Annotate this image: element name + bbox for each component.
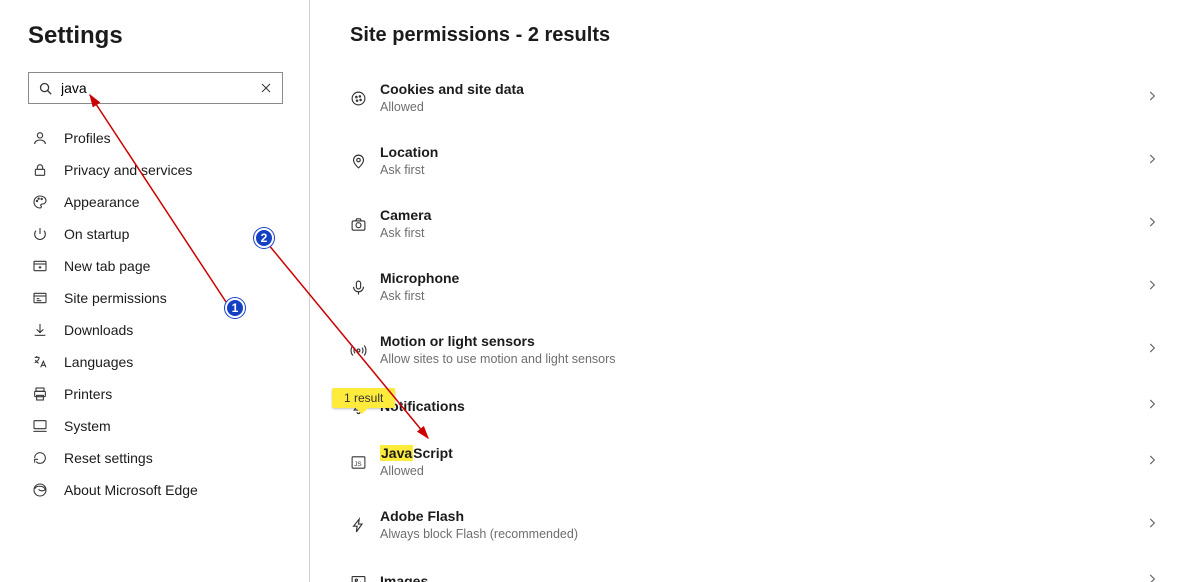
sidebar-item-downloads[interactable]: Downloads — [28, 314, 289, 346]
chevron-right-icon — [1145, 516, 1159, 533]
chevron-right-icon — [1145, 453, 1159, 470]
sensor-icon — [350, 340, 380, 359]
permission-subtitle: Ask first — [380, 289, 1145, 303]
sidebar-item-label: On startup — [64, 226, 129, 242]
settings-title: Settings — [28, 22, 289, 50]
permission-subtitle: Ask first — [380, 226, 1145, 240]
lock-icon — [30, 162, 50, 178]
image-icon — [350, 571, 380, 582]
permission-item-location[interactable]: Location Ask first — [350, 134, 1171, 187]
sidebar-item-printers[interactable]: Printers — [28, 378, 289, 410]
chevron-right-icon — [1145, 572, 1159, 582]
sidebar-item-label: Site permissions — [64, 290, 167, 306]
sidebar-item-label: Privacy and services — [64, 162, 192, 178]
search-result-badge: 1 result — [332, 388, 395, 408]
sidebar-item-profiles[interactable]: Profiles — [28, 122, 289, 154]
sidebar-item-label: About Microsoft Edge — [64, 482, 198, 498]
permission-subtitle: Allowed — [380, 464, 1145, 478]
svg-text:JS: JS — [354, 461, 361, 468]
palette-icon — [30, 194, 50, 210]
annotation-marker-2: 2 — [254, 228, 274, 248]
newtab-icon — [30, 258, 50, 274]
permission-subtitle: Allow sites to use motion and light sens… — [380, 352, 1145, 366]
sidebar-item-new-tab-page[interactable]: New tab page — [28, 250, 289, 282]
permission-title: Camera — [380, 207, 1145, 223]
sidebar-item-label: Languages — [64, 354, 133, 370]
permission-title: Location — [380, 144, 1145, 160]
sidebar-item-reset-settings[interactable]: Reset settings — [28, 442, 289, 474]
permissions-list: Cookies and site data Allowed Location Ask … — [350, 71, 1171, 582]
permission-item-cookies-and-site-data[interactable]: Cookies and site data Allowed — [350, 71, 1171, 124]
sidebar-item-languages[interactable]: Languages — [28, 346, 289, 378]
language-icon — [30, 354, 50, 370]
sidebar-item-appearance[interactable]: Appearance — [28, 186, 289, 218]
search-icon — [29, 81, 61, 96]
permission-item-microphone[interactable]: Microphone Ask first — [350, 260, 1171, 313]
permission-subtitle: Always block Flash (recommended) — [380, 527, 1145, 541]
sidebar-item-label: Printers — [64, 386, 112, 402]
mic-icon — [350, 277, 380, 296]
sidebar-item-on-startup[interactable]: On startup — [28, 218, 289, 250]
js-icon: JS — [350, 452, 380, 471]
sidebar-item-label: Downloads — [64, 322, 133, 338]
reset-icon — [30, 450, 50, 466]
permission-item-camera[interactable]: Camera Ask first — [350, 197, 1171, 250]
chevron-right-icon — [1145, 397, 1159, 414]
power-icon — [30, 226, 50, 242]
chevron-right-icon — [1145, 89, 1159, 106]
page-heading: Site permissions - 2 results — [350, 24, 1171, 47]
sidebar-item-label: Profiles — [64, 130, 111, 146]
sidebar-item-label: System — [64, 418, 111, 434]
permission-title: Cookies and site data — [380, 81, 1145, 97]
search-input[interactable] — [61, 80, 250, 96]
printer-icon — [30, 386, 50, 402]
sidebar-item-about-microsoft-edge[interactable]: About Microsoft Edge — [28, 474, 289, 506]
annotation-marker-1: 1 — [225, 298, 245, 318]
chevron-right-icon — [1145, 278, 1159, 295]
permission-title: Notifications — [380, 398, 1145, 414]
permission-item-motion-or-light-sensors[interactable]: Motion or light sensors Allow sites to us… — [350, 323, 1171, 376]
sidebar-item-system[interactable]: System — [28, 410, 289, 442]
system-icon — [30, 418, 50, 434]
settings-nav: Profiles Privacy and services Appearance On… — [28, 122, 289, 506]
permission-item-javascript[interactable]: JS JavaScript Allowed — [350, 435, 1171, 488]
flash-icon — [350, 515, 380, 534]
location-icon — [350, 151, 380, 170]
chevron-right-icon — [1145, 215, 1159, 232]
camera-icon — [350, 214, 380, 233]
sidebar-item-site-permissions[interactable]: Site permissions — [28, 282, 289, 314]
permission-title: Microphone — [380, 270, 1145, 286]
cookie-icon — [350, 88, 380, 107]
permission-title: JavaScript — [380, 445, 1145, 461]
permission-title: Images — [380, 573, 1145, 582]
permission-item-notifications[interactable]: Notifications — [350, 386, 1171, 425]
chevron-right-icon — [1145, 152, 1159, 169]
edge-icon — [30, 482, 50, 498]
sidebar-item-privacy-and-services[interactable]: Privacy and services — [28, 154, 289, 186]
sidebar-item-label: Appearance — [64, 194, 140, 210]
permission-subtitle: Allowed — [380, 100, 1145, 114]
permission-subtitle: Ask first — [380, 163, 1145, 177]
download-icon — [30, 322, 50, 338]
clear-search-button[interactable] — [250, 73, 282, 103]
sidebar-item-label: New tab page — [64, 258, 150, 274]
permission-title: Motion or light sensors — [380, 333, 1145, 349]
sidebar-item-label: Reset settings — [64, 450, 153, 466]
search-field[interactable] — [28, 72, 283, 104]
permission-title: Adobe Flash — [380, 508, 1145, 524]
chevron-right-icon — [1145, 341, 1159, 358]
person-icon — [30, 130, 50, 146]
siteperm-icon — [30, 290, 50, 306]
permission-item-images[interactable]: Images — [350, 561, 1171, 582]
permission-item-adobe-flash[interactable]: Adobe Flash Always block Flash (recommend… — [350, 498, 1171, 551]
